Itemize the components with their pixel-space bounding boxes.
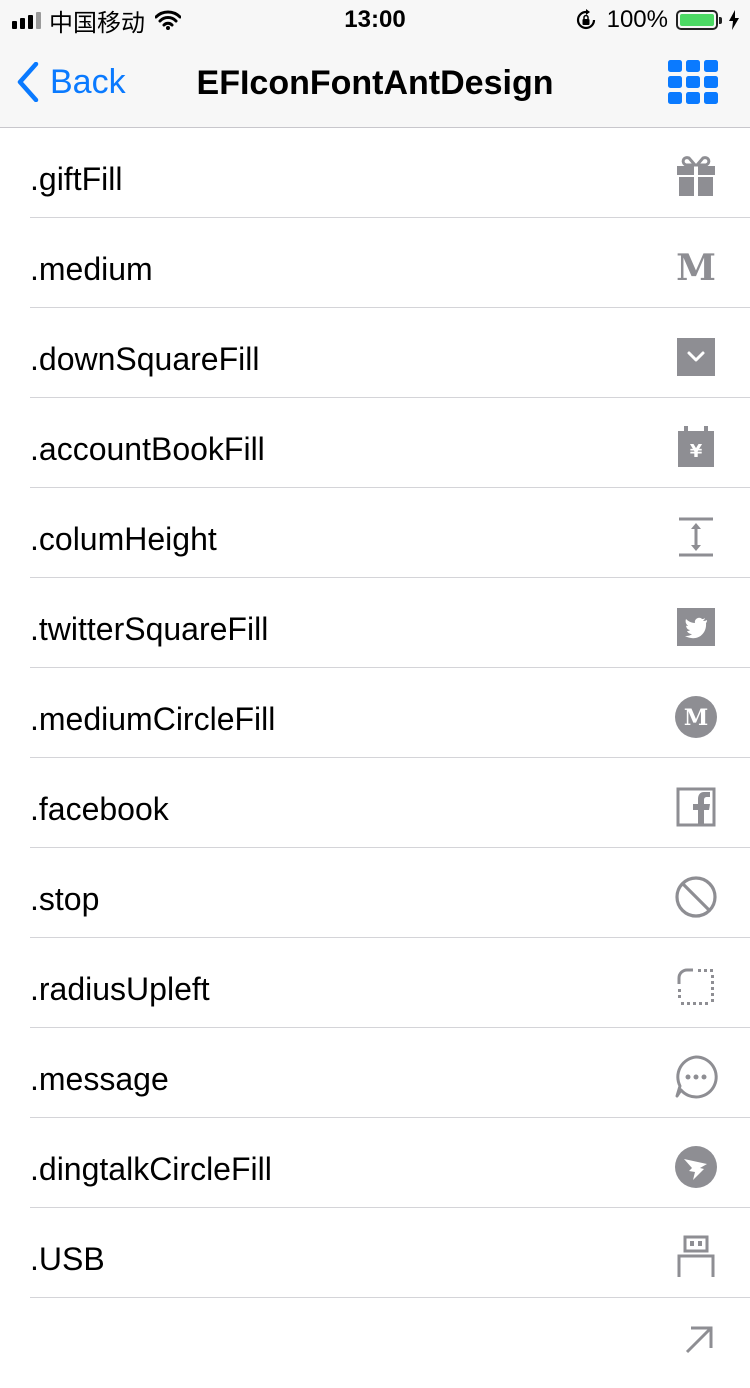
list-item-label: .radiusUpleft (30, 971, 210, 1007)
gift-fill-icon (677, 156, 715, 196)
message-icon (675, 1055, 718, 1099)
list-item[interactable]: .dingtalkCircleFill (0, 1118, 750, 1208)
medium-icon: M (676, 247, 716, 289)
list-item-label: .giftFill (30, 161, 123, 197)
svg-text:M: M (676, 247, 716, 289)
list-item-label: .USB (30, 1241, 105, 1277)
arrow-up-right-icon (685, 1326, 713, 1354)
list-item[interactable]: .columHeight (0, 488, 750, 578)
grid-icon (668, 60, 718, 104)
medium-circle-fill-icon: M (675, 696, 717, 738)
list-item[interactable]: .stop (0, 848, 750, 938)
charging-bolt-icon (729, 10, 739, 30)
navigation-bar: Back EFIconFontAntDesign (0, 40, 750, 128)
dingtalk-circle-fill-icon (675, 1146, 717, 1188)
list-item-label: .mediumCircleFill (30, 701, 276, 737)
list-item-label: .accountBookFill (30, 431, 265, 467)
orientation-lock-icon (576, 9, 595, 30)
list-item-label: .facebook (30, 791, 169, 827)
list-item[interactable]: .medium M (0, 218, 750, 308)
list-item[interactable]: .accountBookFill ¥ (0, 398, 750, 488)
list-item-label: .stop (30, 881, 100, 917)
battery-icon (676, 10, 722, 30)
list-item-label: .message (30, 1061, 169, 1097)
svg-text:M: M (684, 705, 708, 731)
list-item[interactable]: .message (0, 1028, 750, 1118)
radius-upleft-icon (677, 968, 714, 1005)
list-item[interactable]: .giftFill (0, 128, 750, 218)
list-item-label: .dingtalkCircleFill (30, 1151, 272, 1187)
list-item-label: .columHeight (30, 521, 217, 557)
list-item[interactable]: .mediumCircleFill M (0, 668, 750, 758)
list-item[interactable]: .radiusUpleft (0, 938, 750, 1028)
status-bar: 中国移动 13:00 100% (0, 0, 750, 40)
usb-icon (677, 1235, 715, 1277)
icon-list: .giftFill .medium M .downSquareFill .acc… (0, 128, 750, 1388)
list-item-label: .medium (30, 251, 153, 287)
facebook-icon (676, 787, 716, 827)
down-square-fill-icon (677, 338, 715, 376)
twitter-square-fill-icon (677, 608, 715, 646)
list-item[interactable]: .twitterSquareFill (0, 578, 750, 668)
grid-view-button[interactable] (668, 60, 718, 104)
list-item[interactable]: .USB (0, 1208, 750, 1298)
page-title: EFIconFontAntDesign (196, 64, 554, 102)
list-item[interactable]: .facebook (0, 758, 750, 848)
svg-text:¥: ¥ (690, 441, 703, 462)
status-right: 100% (575, 6, 740, 34)
battery-percent: 100% (606, 6, 668, 33)
list-item[interactable]: .downSquareFill (0, 308, 750, 398)
column-height-icon (679, 517, 713, 557)
list-item-label: .twitterSquareFill (30, 611, 269, 647)
stop-icon (675, 876, 717, 918)
list-item[interactable] (0, 1298, 750, 1388)
account-book-fill-icon: ¥ (678, 426, 714, 467)
list-item-label: .downSquareFill (30, 341, 260, 377)
